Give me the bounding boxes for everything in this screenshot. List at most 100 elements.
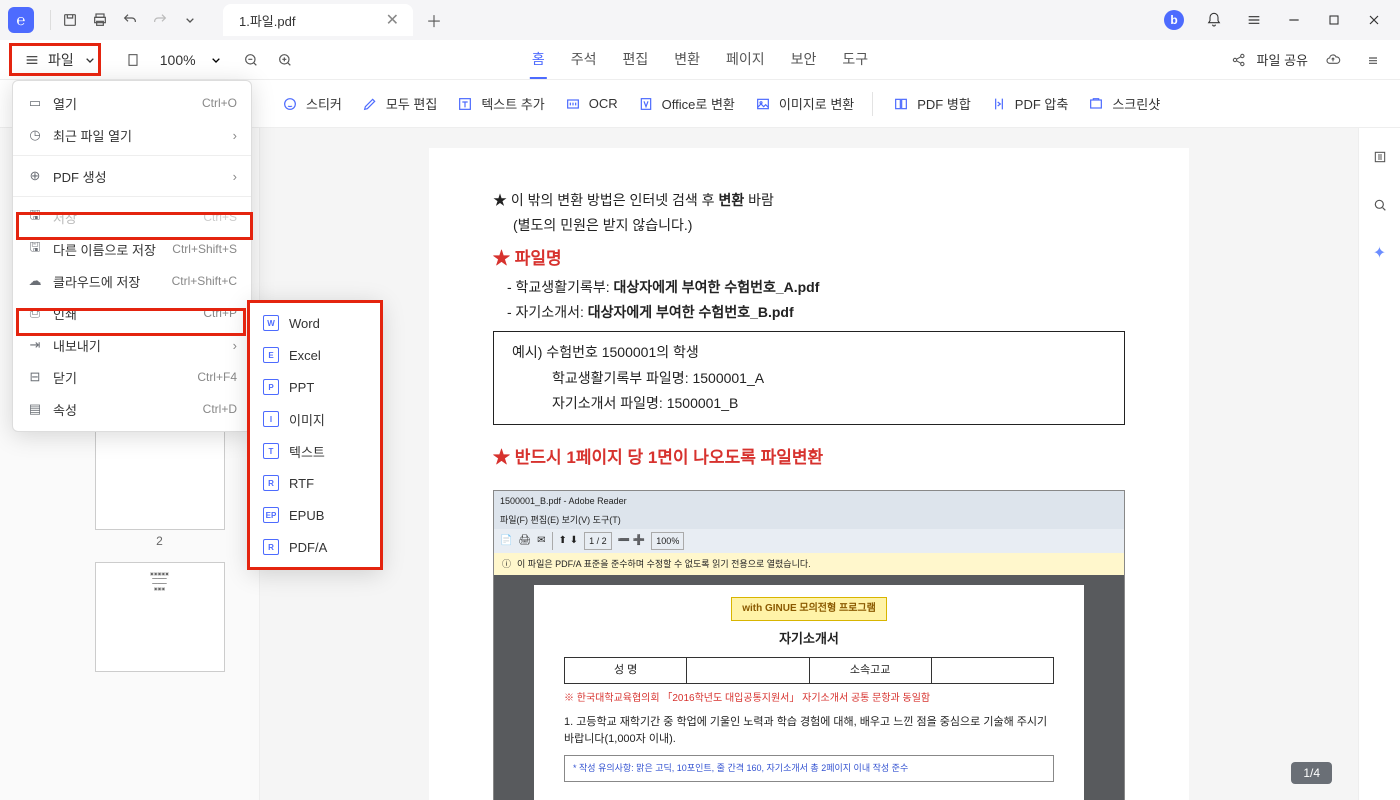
word-icon: W [263, 315, 279, 331]
menu-save-as[interactable]: 🖫다른 이름으로 저장Ctrl+Shift+S [13, 233, 251, 265]
account-badge[interactable]: b [1164, 10, 1184, 30]
zoom-dropdown-icon[interactable] [208, 52, 224, 68]
titlebar-print-icon[interactable] [85, 5, 115, 35]
app-logo: ℮ [8, 7, 34, 33]
bell-icon[interactable] [1196, 5, 1232, 35]
chevron-down-icon[interactable] [175, 5, 205, 35]
ribbon-compress[interactable]: PDF 압축 [989, 94, 1069, 114]
image-icon [753, 94, 773, 114]
titlebar: ℮ 1.파일.pdf ✕ ＋ b [0, 0, 1400, 40]
menu-recent[interactable]: ◷최근 파일 열기› [13, 119, 251, 151]
file-menu-dropdown: ▭열기Ctrl+O ◷최근 파일 열기› ⊕PDF 생성› 🖫저장Ctrl+S … [12, 80, 252, 432]
ribbon-to-office[interactable]: Office로 변환 [636, 94, 735, 114]
compress-icon [989, 94, 1009, 114]
save-icon: 🖫 [27, 206, 43, 228]
more-icon[interactable] [1358, 45, 1388, 75]
right-rail: ✦ [1358, 128, 1400, 800]
titlebar-save-icon[interactable] [55, 5, 85, 35]
pdfa-icon: R [263, 539, 279, 555]
excel-icon: E [263, 347, 279, 363]
menu-save: 🖫저장Ctrl+S [13, 201, 251, 233]
ribbon-screenshot[interactable]: 스크린샷 [1086, 94, 1160, 114]
redo-icon[interactable] [145, 5, 175, 35]
open-icon: ▭ [27, 95, 43, 111]
export-word[interactable]: WWord [249, 307, 381, 339]
tab-edit[interactable]: 편집 [620, 41, 650, 79]
cloud-upload-icon[interactable] [1318, 45, 1348, 75]
text-icon: T [263, 443, 279, 459]
menu-close[interactable]: ⊟닫기Ctrl+F4 [13, 361, 251, 393]
maximize-button[interactable] [1316, 5, 1352, 35]
topnav: 파일 100% 홈 주석 편집 변환 페이지 보안 도구 파일 공유 [0, 40, 1400, 80]
zoom-out-icon[interactable] [236, 45, 266, 75]
tab-page[interactable]: 페이지 [724, 41, 767, 79]
ribbon-ocr[interactable]: OCR [563, 94, 618, 114]
ribbon-sticker[interactable]: 스티커 [280, 94, 342, 114]
tab-title: 1.파일.pdf [239, 11, 384, 30]
print-icon: ⎙ [27, 305, 43, 321]
export-pdfa[interactable]: RPDF/A [249, 531, 381, 563]
export-epub[interactable]: EPEPUB [249, 499, 381, 531]
save-as-icon: 🖫 [27, 238, 43, 260]
office-icon [636, 94, 656, 114]
epub-icon: EP [263, 507, 279, 523]
tab-home[interactable]: 홈 [530, 41, 547, 79]
undo-icon[interactable] [115, 5, 145, 35]
menu-create-pdf[interactable]: ⊕PDF 생성› [13, 160, 251, 192]
tab-convert[interactable]: 변환 [672, 41, 702, 79]
ribbon-edit-all[interactable]: 모두 편집 [360, 94, 437, 114]
merge-icon [891, 94, 911, 114]
minimize-button[interactable] [1276, 5, 1312, 35]
export-excel[interactable]: EExcel [249, 339, 381, 371]
ocr-icon [563, 94, 583, 114]
tab-tools[interactable]: 도구 [840, 41, 870, 79]
cloud-icon: ☁ [27, 273, 43, 289]
fit-page-icon[interactable] [118, 45, 148, 75]
edit-icon [360, 94, 380, 114]
file-label: 파일 [48, 50, 74, 70]
image-export-icon: I [263, 411, 279, 427]
share-label[interactable]: 파일 공유 [1257, 50, 1308, 69]
export-icon: ⇥ [27, 337, 43, 353]
chevron-right-icon: › [233, 128, 237, 143]
export-rtf[interactable]: RRTF [249, 467, 381, 499]
menu-print[interactable]: ⎙인쇄Ctrl+P [13, 297, 251, 329]
chevron-right-icon: › [233, 338, 237, 353]
tab-annotate[interactable]: 주석 [569, 41, 599, 79]
export-text[interactable]: T텍스트 [249, 435, 381, 467]
menu-export[interactable]: ⇥내보내기› [13, 329, 251, 361]
ribbon-to-image[interactable]: 이미지로 변환 [753, 94, 854, 114]
close-window-button[interactable] [1356, 5, 1392, 35]
menu-cloud-save[interactable]: ☁클라우드에 저장Ctrl+Shift+C [13, 265, 251, 297]
clock-icon: ◷ [27, 127, 43, 143]
export-ppt[interactable]: PPPT [249, 371, 381, 403]
plus-doc-icon: ⊕ [27, 168, 43, 184]
rail-ai-icon[interactable]: ✦ [1365, 238, 1395, 268]
add-tab-button[interactable]: ＋ [419, 5, 449, 35]
ribbon-add-text[interactable]: 텍스트 추가 [455, 94, 544, 114]
document-tab[interactable]: 1.파일.pdf ✕ [223, 4, 413, 36]
file-menu-button[interactable]: 파일 [12, 45, 110, 75]
share-icon [1231, 52, 1247, 68]
tab-security[interactable]: 보안 [789, 41, 819, 79]
zoom-value[interactable]: 100% [152, 52, 204, 68]
thumb-3[interactable]: ▣▣▣▣▣━━━━━━━━━━━━▣▣▣ [60, 562, 259, 672]
menu-open[interactable]: ▭열기Ctrl+O [13, 87, 251, 119]
rail-outline-icon[interactable] [1365, 142, 1395, 172]
menu-properties[interactable]: ▤속성Ctrl+D [13, 393, 251, 425]
ppt-icon: P [263, 379, 279, 395]
rtf-icon: R [263, 475, 279, 491]
props-icon: ▤ [27, 401, 43, 417]
ribbon-merge[interactable]: PDF 병합 [891, 94, 971, 114]
rail-search-icon[interactable] [1365, 190, 1395, 220]
close-tab-icon[interactable]: ✕ [384, 8, 401, 32]
export-submenu: WWord EExcel PPPT I이미지 T텍스트 RRTF EPEPUB … [248, 300, 382, 570]
export-image[interactable]: I이미지 [249, 403, 381, 435]
document-view[interactable]: ★ 이 밖의 변환 방법은 인터넷 검색 후 변환 바람 (별도의 민원은 받지… [260, 128, 1358, 800]
zoom-in-icon[interactable] [270, 45, 300, 75]
hamburger-icon[interactable] [1236, 5, 1272, 35]
close-icon: ⊟ [27, 369, 43, 385]
screenshot-icon [1086, 94, 1106, 114]
sticker-icon [280, 94, 300, 114]
text-add-icon [455, 94, 475, 114]
